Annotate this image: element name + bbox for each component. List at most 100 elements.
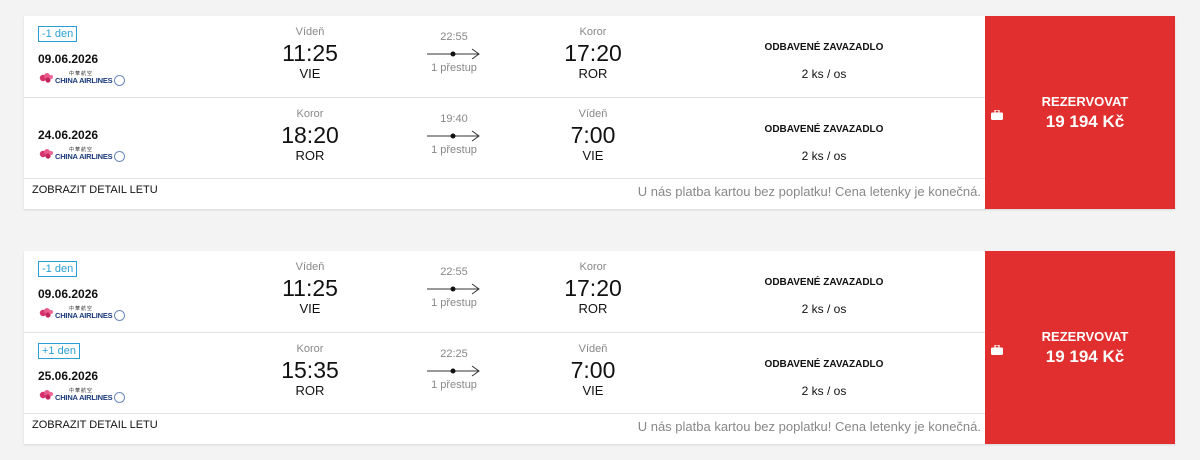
arrival-code: ROR — [578, 301, 608, 316]
china-airlines-logo: 中華航空 CHINA AIRLINES — [38, 305, 126, 321]
departure-time: 11:25 — [282, 275, 338, 301]
flight-duration: 19:40 — [440, 113, 468, 125]
arrival-city: Vídeň — [578, 108, 608, 120]
route-summary: 22:55 1 přestup — [404, 265, 504, 309]
airline-name: 中華航空 CHINA AIRLINES — [55, 306, 113, 320]
total-price: 19 194 Kč — [1045, 347, 1125, 366]
arrow-right-icon — [427, 283, 480, 295]
china-airlines-logo: 中華航空 CHINA AIRLINES — [38, 387, 126, 403]
arrival-city: Vídeň — [578, 343, 608, 355]
arrival-time: 17:20 — [564, 40, 622, 66]
day-offset-badge: -1 den — [38, 261, 78, 277]
show-flight-detail-link[interactable]: ZOBRAZIT DETAIL LETU — [32, 184, 158, 196]
arrival-time: 17:20 — [564, 275, 622, 301]
departure-city: Koror — [296, 343, 324, 355]
baggage-info: ODBAVENÉ ZAVAZADLO 2 ks / os — [724, 277, 924, 316]
plum-blossom-icon — [39, 149, 53, 159]
arrival-city: Koror — [579, 261, 607, 273]
airline-name: 中華航空 CHINA AIRLINES — [55, 388, 113, 402]
show-flight-detail-link[interactable]: ZOBRAZIT DETAIL LETU — [32, 419, 158, 431]
plum-blossom-icon — [39, 73, 53, 83]
departure-code: VIE — [299, 66, 321, 81]
flight-result-card: -1 den 09.06.2026 中華航空 CHINA AIRLINES Vídeň 1… — [24, 251, 1175, 444]
arrow-right-icon — [427, 365, 480, 377]
flight-legs: -1 den 09.06.2026 中華航空 CHINA AIRLINES Vídeň 1… — [24, 16, 985, 209]
globe-icon — [114, 75, 126, 86]
route-summary: 22:25 1 přestup — [404, 347, 504, 391]
globe-icon — [114, 151, 126, 162]
departure-code: ROR — [295, 383, 325, 398]
stops-count: 1 přestup — [431, 297, 477, 309]
day-offset-badge: +1 den — [38, 343, 80, 359]
baggage-title: ODBAVENÉ ZAVAZADLO — [764, 277, 884, 288]
baggage-value: 2 ks / os — [801, 67, 847, 81]
airline-name-en: CHINA AIRLINES — [55, 75, 113, 85]
arrival-block: Koror 17:20 ROR — [533, 261, 653, 317]
stops-count: 1 přestup — [431, 144, 477, 156]
baggage-value: 2 ks / os — [801, 149, 847, 163]
baggage-info: ODBAVENÉ ZAVAZADLO 2 ks / os — [724, 359, 924, 398]
arrival-city: Koror — [579, 26, 607, 38]
day-offset-badge: -1 den — [38, 26, 78, 42]
baggage-info: ODBAVENÉ ZAVAZADLO 2 ks / os — [724, 42, 924, 81]
baggage-value: 2 ks / os — [801, 302, 847, 316]
departure-city: Vídeň — [295, 261, 325, 273]
flight-duration: 22:25 — [440, 348, 468, 360]
departure-block: Koror 15:35 ROR — [250, 343, 370, 399]
arrival-block: Koror 17:20 ROR — [533, 26, 653, 82]
departure-date: 09.06.2026 — [38, 52, 99, 66]
route-summary: 19:40 1 přestup — [404, 112, 504, 156]
arrival-time: 7:00 — [570, 122, 616, 148]
baggage-info: ODBAVENÉ ZAVAZADLO 2 ks / os — [724, 124, 924, 163]
arrival-time: 7:00 — [570, 357, 616, 383]
departure-time: 18:20 — [281, 122, 339, 148]
flight-leg: +1 den 25.06.2026 中華航空 CHINA AIRLINES Koror 1… — [24, 332, 985, 414]
arrival-block: Vídeň 7:00 VIE — [533, 343, 653, 399]
departure-date: 25.06.2026 — [38, 369, 99, 383]
airline-name-en: CHINA AIRLINES — [55, 310, 113, 320]
flight-duration: 22:55 — [440, 266, 468, 278]
book-label: REZERVOVAT — [1041, 94, 1129, 109]
airline-name-en: CHINA AIRLINES — [55, 151, 113, 161]
arrival-code: VIE — [582, 148, 604, 163]
flight-leg: 24.06.2026 中華航空 CHINA AIRLINES Koror 18:20 RO… — [24, 97, 985, 179]
baggage-title: ODBAVENÉ ZAVAZADLO — [764, 124, 884, 135]
total-price: 19 194 Kč — [1045, 112, 1125, 131]
baggage-title: ODBAVENÉ ZAVAZADLO — [764, 359, 884, 370]
divider — [24, 178, 985, 179]
arrival-block: Vídeň 7:00 VIE — [533, 108, 653, 164]
departure-city: Vídeň — [295, 26, 325, 38]
flight-leg: -1 den 09.06.2026 中華航空 CHINA AIRLINES Vídeň 1… — [24, 251, 985, 332]
globe-icon — [114, 310, 126, 321]
china-airlines-logo: 中華航空 CHINA AIRLINES — [38, 146, 126, 162]
departure-city: Koror — [296, 108, 324, 120]
china-airlines-logo: 中華航空 CHINA AIRLINES — [38, 70, 126, 86]
departure-date: 24.06.2026 — [38, 128, 99, 142]
route-summary: 22:55 1 přestup — [404, 30, 504, 74]
payment-note: U nás platba kartou bez poplatku! Cena l… — [637, 184, 981, 199]
plum-blossom-icon — [39, 308, 53, 318]
departure-code: ROR — [295, 148, 325, 163]
arrival-code: ROR — [578, 66, 608, 81]
stops-count: 1 přestup — [431, 62, 477, 74]
departure-time: 15:35 — [281, 357, 339, 383]
stops-count: 1 přestup — [431, 379, 477, 391]
payment-note: U nás platba kartou bez poplatku! Cena l… — [637, 419, 981, 434]
flight-result-card: -1 den 09.06.2026 中華航空 CHINA AIRLINES Vídeň 1… — [24, 16, 1175, 209]
departure-code: VIE — [299, 301, 321, 316]
book-label: REZERVOVAT — [1041, 329, 1129, 344]
arrival-code: VIE — [582, 383, 604, 398]
arrow-right-icon — [427, 48, 480, 60]
book-button[interactable]: REZERVOVAT 19 194 Kč — [985, 251, 1175, 444]
airline-name: 中華航空 CHINA AIRLINES — [55, 147, 113, 161]
flight-leg: -1 den 09.06.2026 中華航空 CHINA AIRLINES Vídeň 1… — [24, 16, 985, 97]
baggage-value: 2 ks / os — [801, 384, 847, 398]
baggage-title: ODBAVENÉ ZAVAZADLO — [764, 42, 884, 53]
departure-block: Vídeň 11:25 VIE — [250, 261, 370, 317]
departure-block: Koror 18:20 ROR — [250, 108, 370, 164]
departure-block: Vídeň 11:25 VIE — [250, 26, 370, 82]
flight-legs: -1 den 09.06.2026 中華航空 CHINA AIRLINES Vídeň 1… — [24, 251, 985, 444]
book-button[interactable]: REZERVOVAT 19 194 Kč — [985, 16, 1175, 209]
airline-name-en: CHINA AIRLINES — [55, 392, 113, 402]
departure-time: 11:25 — [282, 40, 338, 66]
